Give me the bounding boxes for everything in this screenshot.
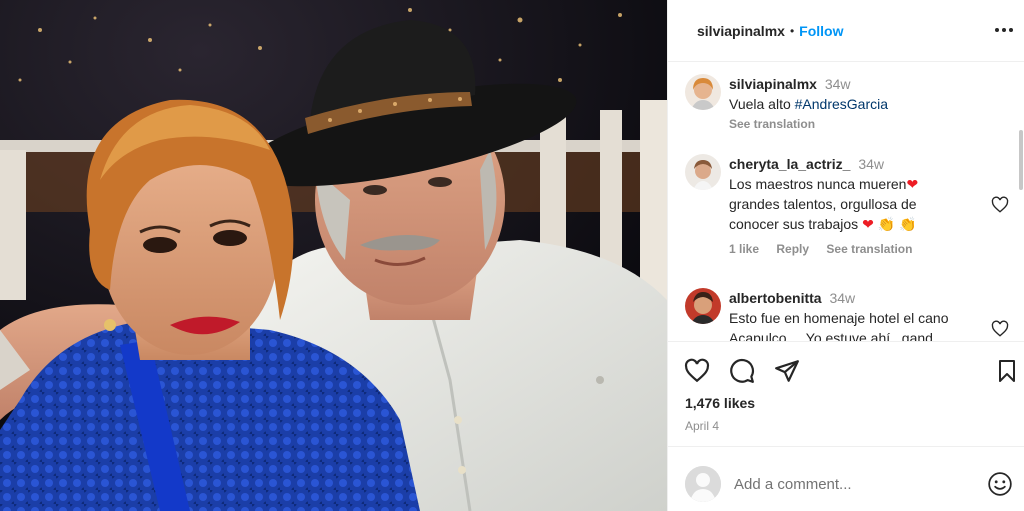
- like-count[interactable]: 1,476 likes: [685, 395, 755, 411]
- comment-text-line: Esto fue en homenaje hotel el cano: [729, 310, 949, 326]
- comment-username[interactable]: albertobenitta: [729, 290, 822, 306]
- red-heart-emoji-icon: ❤: [906, 176, 919, 192]
- comment-icon[interactable]: [729, 358, 755, 384]
- follow-button[interactable]: Follow: [799, 23, 843, 39]
- post-date[interactable]: April 4: [685, 419, 719, 433]
- reply-button[interactable]: Reply: [776, 242, 809, 256]
- post-header: silviapinalmx • Follow: [668, 0, 1024, 62]
- add-comment-bar: [668, 446, 1024, 511]
- clapping-hands-emoji-icon: 👏: [899, 216, 917, 232]
- bookmark-icon[interactable]: [995, 358, 1019, 384]
- comment-timestamp[interactable]: 34w: [858, 156, 884, 172]
- separator-dot: •: [789, 23, 795, 38]
- scrollbar[interactable]: [1019, 130, 1023, 190]
- comment-input[interactable]: [734, 472, 974, 496]
- avatar[interactable]: [685, 74, 721, 110]
- comment-heart-icon[interactable]: [991, 196, 1009, 214]
- action-bar: 1,476 likes April 4: [668, 341, 1024, 446]
- more-icon[interactable]: [992, 20, 1016, 40]
- emoji-icon[interactable]: [987, 471, 1013, 497]
- hashtag-link[interactable]: #AndresGarcia: [795, 96, 888, 112]
- heart-icon[interactable]: [684, 358, 710, 384]
- comment-heart-icon[interactable]: [991, 320, 1009, 338]
- comment-text-line: conocer sus trabajos: [729, 216, 859, 232]
- clapping-hands-emoji-icon: 👏: [877, 216, 896, 232]
- author-username[interactable]: silviapinalmx: [697, 23, 785, 39]
- share-icon[interactable]: [774, 358, 800, 384]
- comment-like-count[interactable]: 1 like: [729, 242, 759, 256]
- current-user-avatar: [685, 466, 721, 502]
- comment-text: Vuela alto: [729, 96, 795, 112]
- comment-username[interactable]: cheryta_la_actriz_: [729, 156, 850, 172]
- post-photo: [0, 0, 667, 511]
- comment-username[interactable]: silviapinalmx: [729, 76, 817, 92]
- comment-timestamp[interactable]: 34w: [825, 76, 851, 92]
- post-image: [0, 0, 667, 511]
- avatar[interactable]: [685, 154, 721, 190]
- comment-timestamp[interactable]: 34w: [829, 290, 855, 306]
- see-translation-link[interactable]: See translation: [826, 242, 912, 256]
- post-side-panel: silviapinalmx • Follow silviapinalmx 34w…: [667, 0, 1024, 511]
- avatar[interactable]: [685, 288, 721, 324]
- red-heart-emoji-icon: ❤: [862, 216, 874, 232]
- comment-text-line: Acapulco ... Yo estuve ahí , gand: [729, 330, 933, 341]
- see-translation-link[interactable]: See translation: [729, 117, 815, 131]
- comments-list[interactable]: silviapinalmx 34w Vuela alto #AndresGarc…: [668, 62, 1024, 341]
- comment-text-line: Los maestros nunca mueren: [729, 176, 907, 192]
- comment-text-line: grandes talentos, orgullosa de: [729, 196, 917, 212]
